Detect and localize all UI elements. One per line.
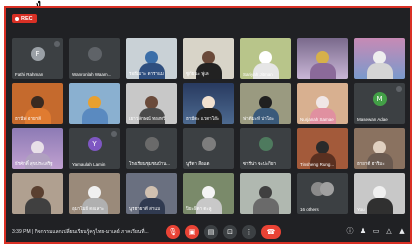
participant-tile[interactable]: ฟาตีมะห์ ปาโอะ <box>240 83 291 124</box>
participant-name: Yamaulah Lamin <box>72 162 106 167</box>
participant-tile[interactable]: M Masewan Adae <box>354 83 405 124</box>
participant-tile[interactable]: ปิยะธิดา ตะลู <box>183 173 234 214</box>
self-tile[interactable]: You <box>354 173 405 214</box>
participant-tile[interactable]: ธีรศักดิ์ สุขประเสริฐ <box>12 128 63 169</box>
participant-tile[interactable] <box>69 83 120 124</box>
screen: ง REC F Fathi Rahman Wanronlah Waam... ร… <box>0 0 415 250</box>
participant-video <box>81 96 108 124</box>
avatar <box>144 137 159 152</box>
participant-name: นูรฮายาตี สาแม <box>129 206 161 211</box>
participant-name: นูรีดา สือแต <box>186 161 210 166</box>
captions-icon[interactable]: ▤ <box>204 225 218 239</box>
participant-name: ฮานีฟ อายาลี <box>15 116 41 121</box>
participant-name: Fathi Rahman <box>15 72 44 77</box>
participant-name: ฮามีดะ แวดาโอ๊ะ <box>186 116 220 121</box>
participant-name: Sariyah Jitman <box>243 72 273 77</box>
participant-name: ซารีน่า จะปะกิยา <box>243 161 277 166</box>
recording-label: REC <box>21 15 33 22</box>
meeting-toolbar: 3:39 PM | กิจกรรมแลกเปลี่ยนเรียนรู้ครูไท… <box>6 222 410 242</box>
participant-tile[interactable] <box>297 38 348 79</box>
avatar <box>87 47 102 62</box>
participant-tile[interactable] <box>354 38 405 79</box>
mic-off-icon[interactable]: 🎙 <box>166 225 180 239</box>
participant-tile[interactable]: รอฮีเมาะ ดาราแม <box>126 38 177 79</box>
avatar <box>201 137 216 152</box>
participant-tile[interactable]: Wanronlah Waam... <box>69 38 120 79</box>
meeting-title: กิจกรรมแลกเปลี่ยนเรียนรู้ครูไทย-มาเลย์ ภ… <box>34 229 149 235</box>
recording-badge: REC <box>12 14 37 23</box>
participant-video <box>252 186 279 214</box>
side-controls: ⓘ ♟ ▭ △ ▲ <box>346 227 406 235</box>
participant-video <box>24 186 51 214</box>
participant-name: Wanronlah Waam... <box>72 72 112 77</box>
people-icon[interactable]: ♟ <box>359 227 367 235</box>
camera-off-icon[interactable]: ▣ <box>185 225 199 239</box>
participant-tile[interactable]: นูรฮายาตี สาแม <box>126 173 177 214</box>
participant-tile[interactable]: ฮายาตี ฮาริมะ <box>354 128 405 169</box>
participant-name: You <box>357 207 365 212</box>
others-label: 16 others <box>300 207 319 212</box>
avatar: Y <box>87 137 102 152</box>
mic-off-icon <box>54 41 60 47</box>
lock-icon[interactable]: ▲ <box>398 227 406 235</box>
participant-name: ซูกัยนะ ฟูเล <box>186 71 209 76</box>
avatar <box>258 137 273 152</box>
recording-dot-icon <box>15 16 19 21</box>
participant-name: ปิยะธิดา ตะลู <box>186 206 212 211</box>
avatar: M <box>372 92 387 107</box>
participant-tile[interactable]: โรงเรียนชุมชนบ้าน... <box>126 128 177 169</box>
mic-off-icon <box>111 131 117 137</box>
participant-tile[interactable]: อุมาไมย์ ดอเลาะ <box>69 173 120 214</box>
participant-tile[interactable]: Tinsheng Rung... <box>297 128 348 169</box>
activities-icon[interactable]: △ <box>385 227 393 235</box>
participant-video <box>366 51 393 79</box>
participant-tile[interactable]: Nurjanah Samae <box>297 83 348 124</box>
participant-grid: F Fathi Rahman Wanronlah Waam... รอฮีเมา… <box>12 38 408 214</box>
participant-name: Masewan Adae <box>357 117 388 122</box>
info-icon[interactable]: ⓘ <box>346 227 354 235</box>
participant-tile[interactable]: ซารีน่า จะปะกิยา <box>240 128 291 169</box>
participant-name: อุมาไมย์ ดอเลาะ <box>72 206 105 211</box>
avatar: F <box>30 47 45 62</box>
participant-tile[interactable] <box>12 173 63 214</box>
participant-name: โรงเรียนชุมชนบ้าน... <box>129 161 171 166</box>
participant-tile[interactable]: ฮามีดะ แวดาโอ๊ะ <box>183 83 234 124</box>
participant-tile[interactable]: Y Yamaulah Lamin <box>69 128 120 169</box>
participant-name: ฮายาตี ฮาริมะ <box>357 161 385 166</box>
call-controls: 🎙 ▣ ▤ ⊡ ⋮ ☎ <box>166 225 281 239</box>
participant-name: รอฮีเมาะ ดาราแม <box>129 71 164 76</box>
participant-tile[interactable]: ฮานีฟ อายาลี <box>12 83 63 124</box>
participant-name: ฟาตีมะห์ ปาโอะ <box>243 116 275 121</box>
meeting-time: 3:39 PM <box>12 229 31 235</box>
participant-tile[interactable]: F Fathi Rahman <box>12 38 63 79</box>
others-tile[interactable]: 16 others <box>297 173 348 214</box>
participant-tile[interactable]: เยาวลักษณ์ ทองทวี <box>126 83 177 124</box>
end-call-icon[interactable]: ☎ <box>261 225 281 239</box>
participant-tile[interactable]: ซูกัยนะ ฟูเล <box>183 38 234 79</box>
participant-tile[interactable]: Sariyah Jitman <box>240 38 291 79</box>
participant-tile[interactable] <box>240 173 291 214</box>
present-icon[interactable]: ⊡ <box>223 225 237 239</box>
participant-name: Tinsheng Rung... <box>300 162 335 167</box>
meet-window: REC F Fathi Rahman Wanronlah Waam... รอฮ… <box>4 6 412 244</box>
chat-icon[interactable]: ▭ <box>372 227 380 235</box>
participant-name: ธีรศักดิ์ สุขประเสริฐ <box>15 161 53 166</box>
meeting-info: 3:39 PM | กิจกรรมแลกเปลี่ยนเรียนรู้ครูไท… <box>12 229 149 235</box>
more-icon[interactable]: ⋮ <box>242 225 256 239</box>
participant-name: Nurjanah Samae <box>300 117 334 122</box>
participant-name: เยาวลักษณ์ ทองทวี <box>129 116 166 121</box>
others-avatar <box>319 182 334 197</box>
mic-off-icon <box>396 86 402 92</box>
participant-video <box>309 51 336 79</box>
participant-tile[interactable]: นูรีดา สือแต <box>183 128 234 169</box>
